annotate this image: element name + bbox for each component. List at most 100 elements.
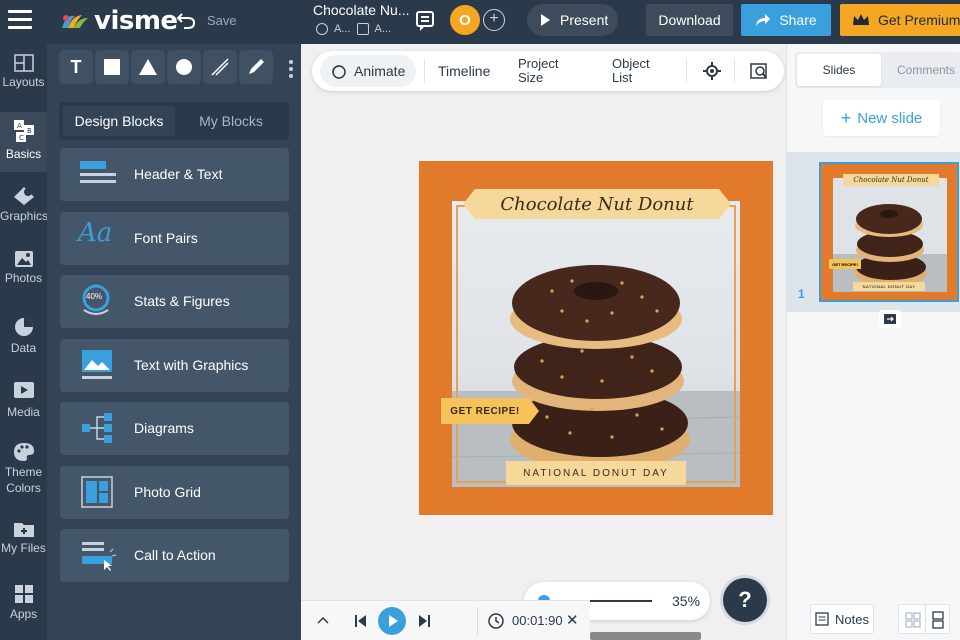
block-label: Diagrams	[134, 420, 194, 436]
rail-label-basics: Basics	[5, 147, 42, 161]
rail-label-colors: Colors	[6, 481, 41, 495]
animate-button[interactable]: Animate	[320, 55, 416, 87]
donut-photo[interactable]	[452, 201, 740, 487]
rail-item-basics[interactable]: ABC Basics	[0, 112, 47, 172]
tab-slides[interactable]: Slides	[797, 54, 881, 86]
rail-item-photos[interactable]: Photos	[0, 250, 47, 286]
notes-label: Notes	[835, 611, 869, 627]
save-button[interactable]: Save	[207, 13, 237, 28]
block-diagrams[interactable]: Diagrams	[60, 402, 289, 455]
block-text-graphics[interactable]: Text with Graphics	[60, 339, 289, 392]
present-button[interactable]: Present	[527, 4, 618, 36]
rail-label-photos: Photos	[4, 271, 43, 285]
circle-tool[interactable]	[167, 50, 201, 84]
tab-my-blocks[interactable]: My Blocks	[177, 106, 285, 136]
share-button[interactable]: Share	[741, 4, 831, 36]
playback-bar: 00:01:90 ✕	[301, 600, 590, 640]
tab-design-blocks[interactable]: Design Blocks	[63, 106, 175, 136]
graphics-icon	[13, 187, 34, 205]
rail-label-data: Data	[10, 341, 37, 355]
rail-item-data[interactable]: Data	[0, 316, 47, 356]
rail-item-apps[interactable]: Apps	[0, 584, 47, 622]
visme-logo-mark-icon	[60, 12, 90, 30]
block-label: Stats & Figures	[134, 293, 230, 309]
rectangle-icon	[104, 59, 120, 75]
block-label: Header & Text	[134, 166, 223, 182]
object-list-line1: Object	[612, 56, 650, 71]
player-divider	[477, 607, 478, 635]
get-premium-button[interactable]: Get Premium	[840, 4, 960, 36]
triangle-tool[interactable]	[131, 50, 165, 84]
grid-view-icon[interactable]	[905, 612, 921, 628]
get-recipe-tag[interactable]: GET RECIPE!	[441, 398, 539, 424]
toolbar-divider	[686, 59, 687, 83]
block-header-text[interactable]: Header & Text	[60, 148, 289, 201]
visme-logo-text: visme	[94, 6, 178, 36]
national-donut-day-label[interactable]: NATIONAL DONUT DAY	[506, 461, 686, 485]
collapse-icon[interactable]	[317, 615, 329, 625]
close-playback-icon[interactable]: ✕	[566, 611, 579, 629]
rail-label-media: Media	[7, 405, 40, 419]
menu-icon[interactable]	[8, 10, 32, 30]
text-tool[interactable]: T	[59, 50, 93, 84]
share-label: Share	[779, 12, 817, 28]
new-slide-button[interactable]: + New slide	[823, 100, 940, 136]
slide-list-item[interactable]: 1 Chocolate Nut Donut GET RECIPE! NATION…	[787, 152, 960, 312]
gear-icon	[703, 62, 721, 80]
project-size-line2: Size	[518, 70, 544, 85]
document-title[interactable]: Chocolate Nu...	[313, 2, 410, 18]
slide-canvas[interactable]: Chocolate Nut Donut GET RECIPE! NATIONAL…	[419, 161, 773, 515]
rail-item-layouts[interactable]: Layouts	[0, 54, 47, 90]
top-bar: visme Save Chocolate Nu... A... A... O +…	[0, 0, 960, 44]
object-list-button[interactable]: Object List	[612, 51, 650, 91]
rectangle-tool[interactable]	[95, 50, 129, 84]
visme-logo[interactable]: visme	[60, 6, 178, 36]
avatar[interactable]: O	[450, 5, 480, 35]
previous-icon[interactable]	[355, 614, 367, 628]
present-label: Present	[560, 12, 609, 28]
slides-panel: Slides Comments + New slide 1 Chocolate …	[786, 44, 960, 640]
block-call-to-action[interactable]: Call to Action	[60, 529, 289, 582]
horizontal-scrollbar[interactable]	[590, 632, 701, 640]
notes-button[interactable]: Notes	[810, 604, 874, 634]
zoom-preview-icon	[750, 63, 767, 79]
download-button[interactable]: Download	[646, 4, 733, 36]
notes-icon	[815, 612, 829, 626]
next-icon[interactable]	[418, 614, 430, 628]
block-photo-grid[interactable]: Photo Grid	[60, 466, 289, 519]
comment-icon[interactable]	[416, 11, 434, 31]
user-icon	[316, 23, 328, 35]
project-size-button[interactable]: Project Size	[518, 51, 558, 91]
palette-icon	[13, 443, 34, 461]
rail-item-theme-colors[interactable]: Theme Colors	[0, 442, 47, 496]
list-view-icon[interactable]	[931, 611, 945, 629]
play-button[interactable]	[378, 607, 406, 635]
slide-transition-icon[interactable]	[879, 310, 901, 328]
block-label: Call to Action	[134, 547, 216, 563]
basics-icon: ABC	[13, 120, 34, 142]
slide-thumbnail[interactable]: Chocolate Nut Donut GET RECIPE! NATIONAL…	[819, 162, 959, 302]
block-font-pairs[interactable]: Aa Font Pairs	[60, 212, 289, 265]
rail-item-media[interactable]: Media	[0, 380, 47, 420]
add-collaborator-icon[interactable]: +	[483, 9, 505, 31]
settings-button[interactable]	[703, 51, 721, 91]
block-stats-figures[interactable]: 40% Stats & Figures	[60, 275, 289, 328]
help-button[interactable]: ?	[723, 578, 767, 622]
rail-item-graphics[interactable]: Graphics	[0, 186, 48, 224]
undo-icon[interactable]	[176, 10, 196, 30]
header-text-icon	[80, 161, 116, 183]
diagrams-icon	[82, 413, 112, 443]
stats-icon-text: 40%	[86, 292, 103, 301]
line-tool[interactable]	[203, 50, 237, 84]
share-icon	[756, 14, 771, 26]
slide-title[interactable]: Chocolate Nut Donut	[463, 189, 731, 219]
tab-comments[interactable]: Comments	[883, 54, 960, 86]
timeline-button[interactable]: Timeline	[438, 51, 490, 91]
rail-label-layouts: Layouts	[2, 75, 45, 89]
rail-item-my-files[interactable]: My Files	[0, 520, 47, 556]
preview-button[interactable]	[750, 51, 768, 91]
more-tools-icon[interactable]	[289, 60, 293, 81]
layouts-icon	[13, 54, 34, 72]
plus-icon: +	[840, 107, 852, 128]
pen-tool[interactable]	[239, 50, 273, 84]
